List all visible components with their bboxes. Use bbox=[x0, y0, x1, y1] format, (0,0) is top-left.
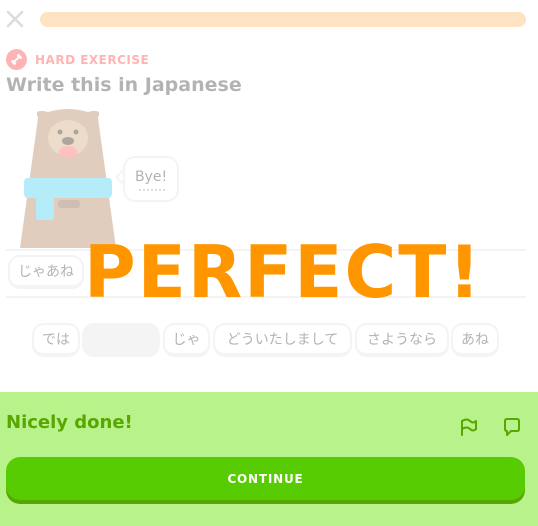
hard-exercise-label: HARD EXERCISE bbox=[35, 52, 150, 67]
speech-hint-underline bbox=[139, 189, 165, 191]
speech-bubble: Bye! bbox=[123, 156, 179, 202]
comment-icon bbox=[504, 418, 520, 436]
word-bank-tile[interactable]: じゃ bbox=[163, 323, 210, 357]
discuss-button[interactable] bbox=[502, 417, 522, 437]
exercise-content: HARD EXERCISE Write this in Japanese Bye… bbox=[0, 0, 538, 392]
continue-label: CONTINUE bbox=[227, 471, 304, 486]
report-button[interactable] bbox=[458, 417, 478, 437]
speech-text: Bye! bbox=[134, 169, 168, 185]
hard-exercise-badge: HARD EXERCISE bbox=[6, 49, 149, 70]
word-bank-tile[interactable]: あね bbox=[451, 323, 499, 357]
continue-button[interactable]: CONTINUE bbox=[6, 457, 525, 500]
perfect-banner: PERFECT! bbox=[84, 230, 483, 314]
word-bank-tile[interactable]: では bbox=[32, 323, 80, 357]
lesson-screen: HARD EXERCISE Write this in Japanese Bye… bbox=[0, 0, 538, 526]
word-bank-tile[interactable]: さようなら bbox=[355, 323, 449, 357]
word-bank-tile[interactable]: どういたしまして bbox=[213, 323, 352, 357]
dumbbell-icon bbox=[10, 53, 23, 66]
word-bank-tile-empty bbox=[82, 323, 160, 357]
flag-icon bbox=[461, 418, 477, 436]
feedback-message: Nicely done! bbox=[6, 412, 133, 433]
badge-circle bbox=[6, 49, 27, 70]
answer-tile[interactable]: じゃあね bbox=[8, 255, 84, 289]
exercise-title: Write this in Japanese bbox=[6, 74, 242, 96]
feedback-footer: Nicely done! CONTINUE bbox=[0, 392, 538, 526]
